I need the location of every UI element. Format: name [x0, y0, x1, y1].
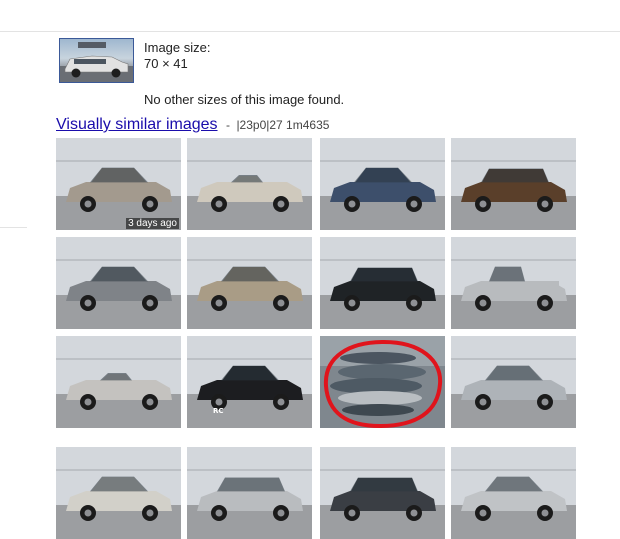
similar-image-tile[interactable]: [320, 138, 445, 230]
similar-image-tile[interactable]: [56, 237, 181, 329]
similar-image-tile[interactable]: [451, 237, 576, 329]
similar-image-tile[interactable]: [451, 138, 576, 230]
header-separator: -: [225, 118, 230, 132]
similar-image-tile[interactable]: [451, 447, 576, 539]
similar-image-tile[interactable]: [320, 447, 445, 539]
original-image-thumbnail[interactable]: [59, 38, 134, 83]
similar-image-silver-pickup-truck: [451, 237, 576, 329]
similar-image-white-convertible-car: [187, 138, 312, 230]
similar-image-tile[interactable]: [56, 336, 181, 428]
similar-image-tile[interactable]: [320, 336, 445, 428]
no-other-sizes-text: No other sizes of this image found.: [144, 92, 345, 107]
similar-image-black-station-wagon: [320, 237, 445, 329]
similar-image-silver-hatchback-car: [451, 447, 576, 539]
original-image-car-icon: [60, 42, 133, 82]
similar-image-silver-station-wagon: [187, 447, 312, 539]
header-divider: [0, 31, 620, 32]
image-size-label: Image size:: [144, 40, 211, 55]
image-age-caption: 3 days ago: [126, 218, 179, 229]
similar-image-dolphins-photo: [320, 336, 445, 428]
similar-images-header: Visually similar images - |23p0|27 1m463…: [56, 116, 329, 134]
similar-image-tile[interactable]: [320, 237, 445, 329]
image-size-value: 70 × 41: [144, 56, 188, 71]
similar-image-black-hatchback-car: [187, 336, 312, 428]
similar-image-tile[interactable]: [451, 336, 576, 428]
similar-image-grey-sedan: [56, 237, 181, 329]
plate-badge: RC: [213, 407, 224, 415]
visually-similar-images-link[interactable]: Visually similar images: [56, 116, 218, 133]
similar-image-silver-hatchback-car: [56, 138, 181, 230]
side-divider: [0, 227, 27, 228]
similar-image-tile[interactable]: [187, 447, 312, 539]
header-meta-text: |23p0|27 1m4635: [236, 118, 330, 132]
similar-image-dark-grey-suv: [320, 447, 445, 539]
similar-image-tile[interactable]: RC: [187, 336, 312, 428]
similar-image-silver-hatchback-car: [451, 336, 576, 428]
similar-image-white-sedan: [56, 447, 181, 539]
similar-image-tile[interactable]: [187, 138, 312, 230]
similar-image-tile[interactable]: [56, 447, 181, 539]
similar-image-blue-compact-car: [320, 138, 445, 230]
similar-image-tile[interactable]: 3 days ago: [56, 138, 181, 230]
similar-image-brown-suv: [451, 138, 576, 230]
similar-image-tile[interactable]: [187, 237, 312, 329]
similar-image-silver-roadster: [56, 336, 181, 428]
similar-image-champagne-sedan: [187, 237, 312, 329]
